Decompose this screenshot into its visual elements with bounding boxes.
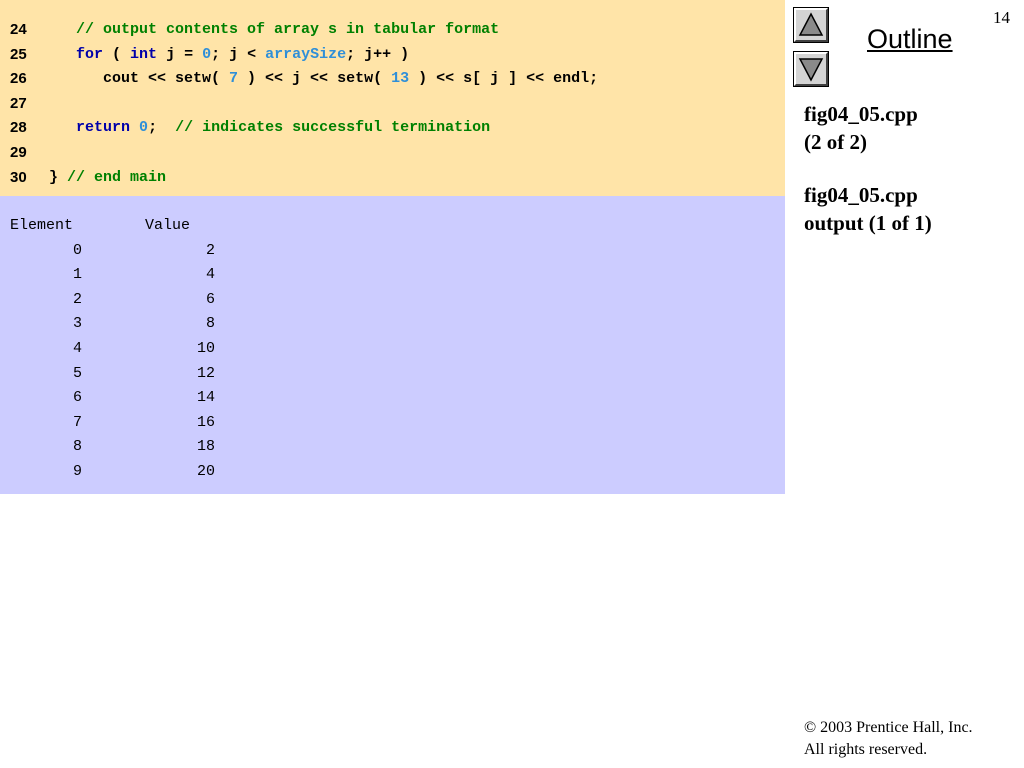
output-row: 38 [0,312,785,337]
output-row: 4 10 [0,337,785,362]
code-line: 29 [0,141,785,165]
code-token: ) << s[ j ] << endl; [409,70,599,88]
code-line: 28 return 0; // indicates successful ter… [0,116,785,140]
code-text: cout << setw( 7 ) << j << setw( 13 ) << … [49,67,598,91]
code-token: arraySize [265,45,347,63]
output-row: 5 12 [0,362,785,387]
code-line: 27 [0,92,785,116]
element-value: 2 [205,241,215,259]
code-token: 0 [139,119,149,137]
line-number: 27 [10,94,27,112]
code-token: ; [148,119,176,137]
output-row: 26 [0,288,785,313]
element-index: 7 [72,413,82,431]
element-value: 6 [205,290,215,308]
output-header-row: Element Value [0,214,785,239]
element-index: 2 [72,290,82,308]
code-token: // end main [67,168,167,186]
copyright-line-2: All rights reserved. [804,741,928,758]
line-number: 29 [10,144,27,161]
element-index: 4 [72,339,82,357]
code-token: int [130,45,158,63]
element-value: 18 [196,438,215,456]
code-line: 24 // output contents of array s in tabu… [0,18,785,42]
code-token: // indicates successful termination [175,119,491,137]
slide-number: 14 [993,8,1010,27]
code-token: for [76,45,104,63]
line-number: 25 [10,45,27,63]
code-token: 13 [391,70,410,88]
element-index: 8 [72,438,82,456]
code-token: ; j++ ) [346,45,410,63]
code-token: // output contents of array s in tabular… [76,21,500,38]
file-label-1: fig04_05.cpp [804,102,918,126]
output-row: 14 [0,263,785,288]
line-number: 28 [10,119,27,137]
file-label-2: fig04_05.cpp [804,183,918,207]
triangle-down-icon [798,58,824,82]
code-text: // output contents of array s in tabular… [49,18,499,42]
element-index: 0 [72,241,82,259]
element-value: 4 [205,266,215,284]
output-row: 9 20 [0,460,785,485]
part-label-2: output (1 of 1) [804,211,932,235]
element-index: 1 [72,266,82,284]
copyright-notice: © 2003 Prentice Hall, Inc. All rights re… [804,717,973,761]
code-line: 25 for ( int j = 0; j < arraySize; j++ ) [0,43,785,67]
output-panel: Element Value 0 2 1 4 2 6 3 8 4 10 5 12 6 14 7 16 8 18 9 20 [0,196,785,494]
output-header: Element Value [10,217,191,234]
code-text: return 0; // indicates successful termin… [49,116,490,140]
code-token: j = [157,45,203,63]
outline-link[interactable]: Outline [867,24,953,55]
line-number: 26 [10,70,27,88]
element-index: 6 [72,389,82,407]
code-line: 30} // end main [0,166,785,190]
element-index: 9 [72,462,82,480]
line-number: 24 [10,21,27,38]
element-index: 3 [72,315,82,333]
element-value: 8 [205,315,215,333]
code-token: 7 [229,70,239,88]
line-number: 30 [10,168,27,186]
next-slide-button[interactable] [793,51,829,87]
code-text: for ( int j = 0; j < arraySize; j++ ) [49,43,409,67]
output-row: 8 18 [0,435,785,460]
element-value: 12 [196,364,215,382]
code-token: return [76,119,131,137]
code-token: 0 [202,45,212,63]
code-token: } [49,168,68,186]
element-index: 5 [72,364,82,382]
element-value: 20 [196,462,215,480]
output-row: 6 14 [0,386,785,411]
element-value: 14 [196,389,215,407]
part-label-1: (2 of 2) [804,130,867,154]
code-token: ) << j << setw( [238,70,392,88]
code-panel: 24 // output contents of array s in tabu… [0,0,785,196]
code-line: 26 cout << setw( 7 ) << j << setw( 13 ) … [0,67,785,91]
copyright-line-1: © 2003 Prentice Hall, Inc. [804,719,973,736]
triangle-up-icon [798,12,824,36]
element-value: 10 [196,339,215,357]
code-token: ; j < [211,45,266,63]
output-row: 7 16 [0,411,785,436]
element-value: 16 [196,413,215,431]
previous-slide-button[interactable] [793,7,829,43]
output-row: 02 [0,239,785,264]
code-text: } // end main [49,166,166,190]
code-token: cout << setw( [49,70,230,88]
code-token: ( [103,45,131,63]
